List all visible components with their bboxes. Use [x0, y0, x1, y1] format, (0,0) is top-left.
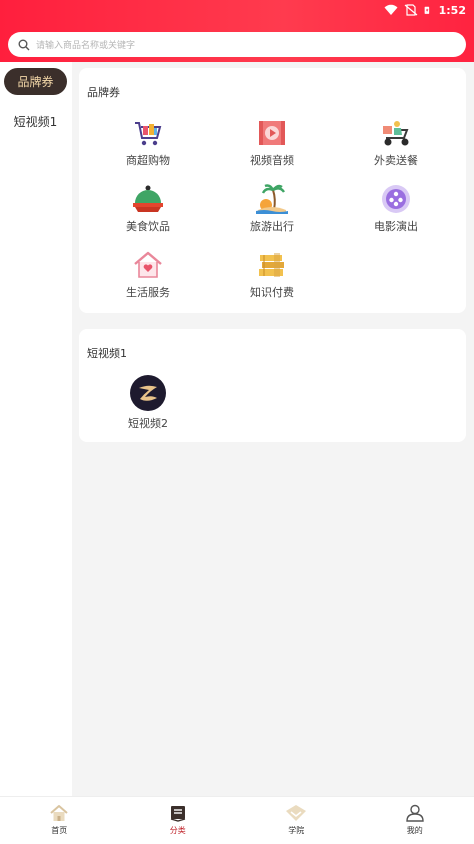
bottom-tab-bar: 首页 分类 学院 我的 — [0, 796, 474, 844]
food-cloche-icon — [133, 185, 163, 212]
category-label: 美食饮品 — [126, 220, 170, 233]
shopping-cart-icon — [135, 122, 162, 146]
no-sim-icon — [404, 4, 418, 16]
header-bar: 1:52 请输入商品名称或关键字 — [0, 0, 474, 62]
section-title: 品牌券 — [87, 86, 120, 99]
category-item[interactable]: 商超购物 — [98, 118, 198, 168]
section-card-brand-coupon: 品牌券 商超购物 视频音频 外卖送餐 美食饮品 旅游出行 电影演出 生活服务 知… — [79, 68, 466, 313]
home-icon — [50, 805, 68, 821]
search-icon — [18, 39, 30, 50]
tab-label: 首页 — [51, 826, 68, 835]
tab-label: 分类 — [169, 826, 186, 835]
category-label: 视频音频 — [250, 154, 294, 167]
category-label: 短视频2 — [128, 417, 168, 430]
sidebar-item-brand-coupon[interactable]: 品牌券 — [4, 68, 67, 95]
tab-label: 我的 — [406, 826, 423, 835]
category-item[interactable]: 美食饮品 — [98, 184, 198, 234]
film-reel-icon — [382, 185, 410, 213]
category-label: 生活服务 — [126, 286, 170, 299]
category-item[interactable]: 生活服务 — [98, 250, 198, 300]
category-label: 旅游出行 — [250, 220, 294, 233]
tab-home[interactable]: 首页 — [0, 797, 119, 844]
section-title: 短视频1 — [87, 347, 127, 360]
category-item[interactable]: 电影演出 — [346, 184, 446, 234]
academy-icon — [286, 805, 307, 821]
sidebar-item-short-video[interactable]: 短视频1 — [4, 108, 67, 135]
palm-island-icon — [256, 184, 288, 214]
category-item[interactable]: 知识付费 — [222, 250, 322, 300]
category-label: 电影演出 — [374, 220, 418, 233]
category-item[interactable]: 外卖送餐 — [346, 118, 446, 168]
brand-logo-icon — [130, 375, 166, 411]
category-icon — [170, 806, 185, 822]
category-item[interactable]: 旅游出行 — [222, 184, 322, 234]
category-label: 商超购物 — [126, 154, 170, 167]
tab-category[interactable]: 分类 — [119, 797, 238, 844]
search-placeholder: 请输入商品名称或关键字 — [36, 41, 136, 51]
profile-icon — [406, 804, 424, 822]
tab-label: 学院 — [288, 826, 305, 835]
delivery-scooter-icon — [383, 121, 409, 146]
category-item[interactable]: 视频音频 — [222, 118, 322, 168]
status-bar: 1:52 — [0, 0, 474, 20]
status-time: 1:52 — [438, 3, 466, 17]
search-input[interactable]: 请输入商品名称或关键字 — [8, 32, 466, 57]
house-heart-icon — [134, 251, 162, 278]
section-card-short-video: 短视频1 短视频2 — [79, 329, 466, 442]
battery-charging-icon — [424, 6, 429, 14]
books-icon — [259, 253, 284, 277]
film-play-icon — [259, 121, 285, 145]
tab-profile[interactable]: 我的 — [356, 797, 474, 844]
category-label: 知识付费 — [250, 286, 294, 299]
tab-academy[interactable]: 学院 — [237, 797, 356, 844]
category-label: 外卖送餐 — [374, 154, 418, 167]
wifi-icon — [384, 4, 398, 15]
category-sidebar: 品牌券 短视频1 — [0, 62, 72, 796]
category-item[interactable]: 短视频2 — [98, 375, 198, 431]
